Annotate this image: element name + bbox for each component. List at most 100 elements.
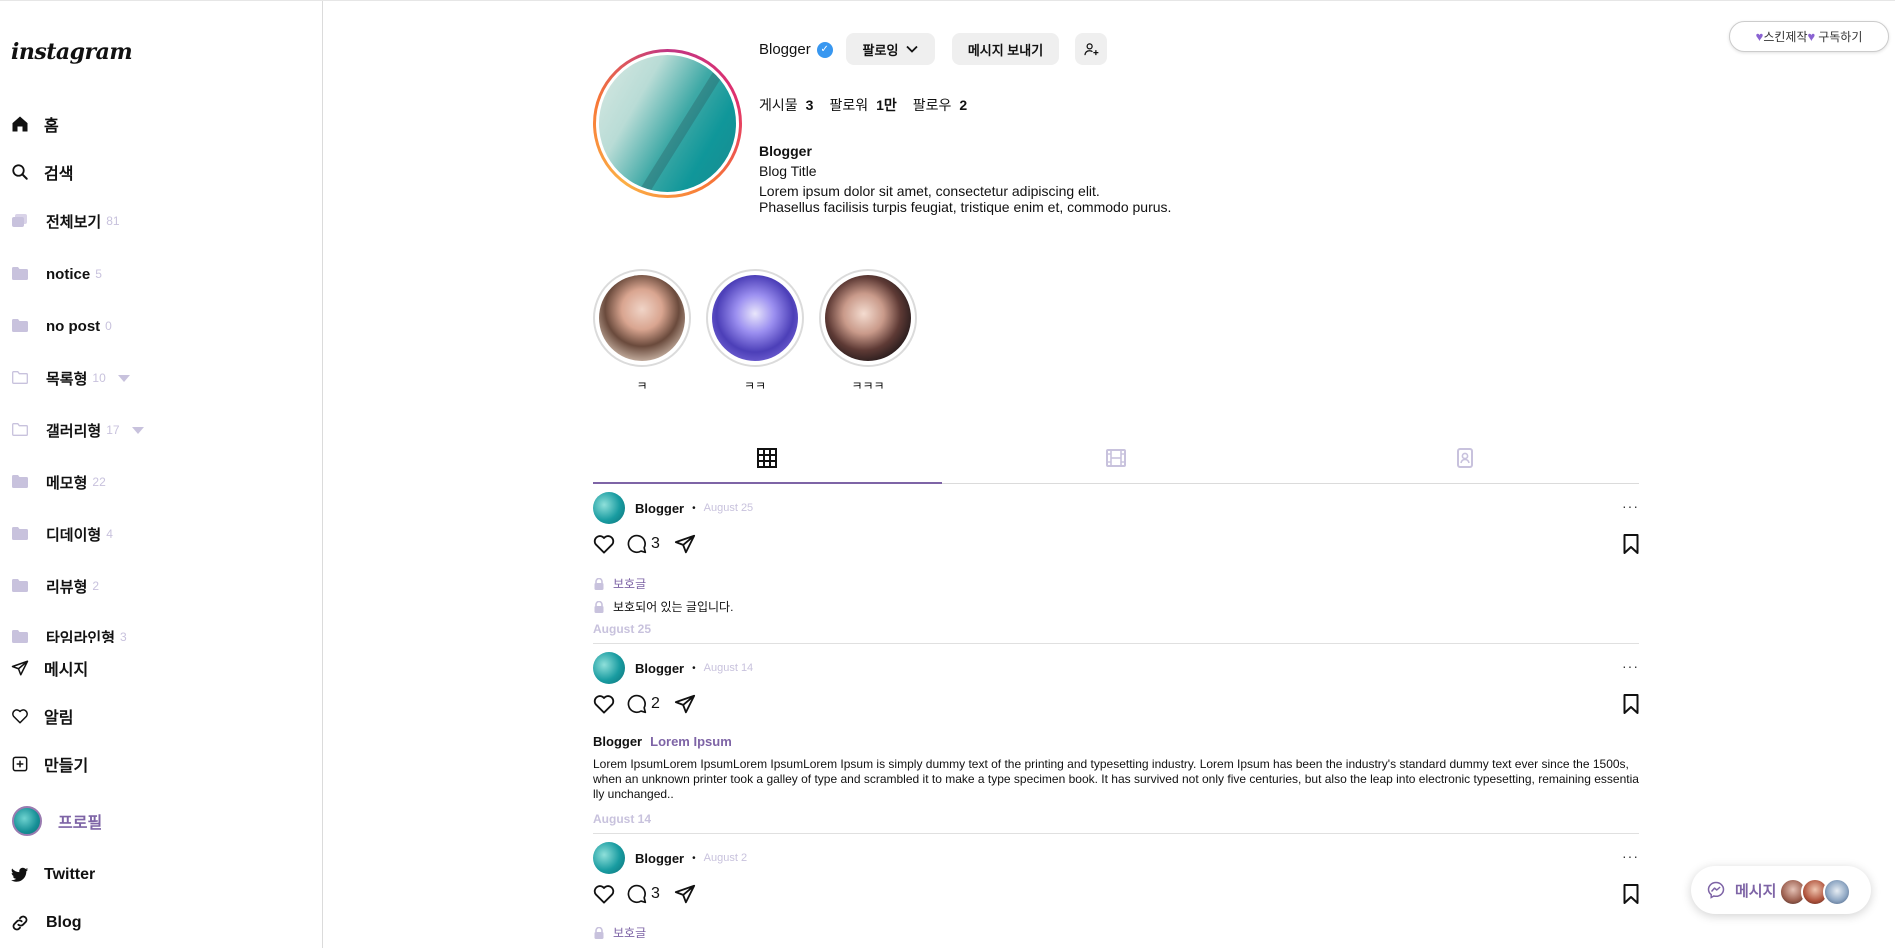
post-title-line[interactable]: Blogger Lorem Ipsum xyxy=(593,734,732,749)
story-highlight[interactable]: ㅋㅋ xyxy=(706,269,804,394)
category-label: 보호글 xyxy=(613,926,647,940)
like-heart-icon[interactable] xyxy=(593,534,615,554)
bookmark-icon[interactable] xyxy=(1623,884,1639,909)
like-heart-icon[interactable] xyxy=(593,884,615,904)
comment-icon[interactable] xyxy=(627,884,647,904)
posts-stat[interactable]: 게시물 3 xyxy=(759,95,813,115)
id-card-icon xyxy=(1456,448,1473,468)
category-no-post[interactable]: no post 0 xyxy=(12,314,112,338)
tab-tagged[interactable] xyxy=(1290,433,1639,483)
share-plane-icon[interactable] xyxy=(674,693,696,715)
post-author[interactable]: Blogger xyxy=(635,661,684,676)
category-list-type[interactable]: 목록형 10 xyxy=(12,366,130,390)
avatar[interactable] xyxy=(593,842,625,874)
nav-twitter[interactable]: Twitter xyxy=(10,861,95,889)
tab-reels[interactable] xyxy=(942,433,1291,483)
chevron-down-icon xyxy=(906,45,919,53)
avatar[interactable] xyxy=(593,652,625,684)
post-title: Lorem Ipsum xyxy=(650,734,732,749)
share-plane-icon[interactable] xyxy=(674,883,696,905)
heart-outline-icon xyxy=(10,706,30,726)
tab-posts-grid[interactable] xyxy=(593,433,942,484)
separator-dot: • xyxy=(692,662,696,674)
more-options-icon[interactable]: ··· xyxy=(1622,848,1639,864)
category-count: 3 xyxy=(120,630,127,643)
category-count: 4 xyxy=(106,527,113,541)
film-icon xyxy=(1106,449,1126,467)
divider xyxy=(593,643,1639,644)
category-label: 전체보기 xyxy=(46,213,102,231)
more-options-icon[interactable]: ··· xyxy=(1622,498,1639,514)
verified-badge-icon: ✓ xyxy=(816,41,833,58)
folder-icon xyxy=(12,527,28,541)
avatar xyxy=(12,806,42,836)
protected-text: 보호되어 있는 글입니다. xyxy=(613,600,734,614)
category-count: 81 xyxy=(106,214,120,228)
post-author[interactable]: Blogger xyxy=(635,851,684,866)
bookmark-icon[interactable] xyxy=(1623,694,1639,719)
share-plane-icon[interactable] xyxy=(674,533,696,555)
subscribe-label[interactable]: 구독하기 xyxy=(1818,28,1862,45)
sidebar: instagram 홈 검색 전체보기 81 notice 5 no post … xyxy=(0,1,323,948)
bio-name: Blogger xyxy=(759,143,812,159)
like-heart-icon[interactable] xyxy=(593,694,615,714)
nav-home-label: 홈 xyxy=(44,118,59,135)
category-memo-type[interactable]: 메모형 22 xyxy=(12,470,106,494)
comment-icon[interactable] xyxy=(627,534,647,554)
following-button[interactable]: 팔로잉 xyxy=(846,33,935,65)
category-all[interactable]: 전체보기 81 xyxy=(12,209,120,233)
instagram-logo[interactable]: instagram xyxy=(11,39,133,65)
avatar[interactable] xyxy=(593,492,625,524)
comment-count: 2 xyxy=(651,695,660,712)
category-dday-type[interactable]: 디데이형 4 xyxy=(12,522,113,546)
skin-subscribe-pill[interactable]: ♥ 스킨제작 ♥ 구독하기 xyxy=(1729,21,1889,52)
post-category[interactable]: 보호글 xyxy=(593,924,646,941)
send-message-button[interactable]: 메시지 보내기 xyxy=(952,33,1059,65)
post-category[interactable]: 보호글 xyxy=(593,575,646,592)
following-stat[interactable]: 팔로우 2 xyxy=(913,95,967,115)
nav-create-label: 만들기 xyxy=(44,758,89,775)
nav-messages[interactable]: 메시지 xyxy=(10,654,88,682)
separator-dot: • xyxy=(692,852,696,864)
profile-image xyxy=(599,55,736,192)
plus-square-icon xyxy=(10,754,30,774)
category-gallery-type[interactable]: 갤러리형 17 xyxy=(12,418,144,442)
more-options-icon[interactable]: ··· xyxy=(1622,658,1639,674)
story-highlight[interactable]: ㅋ xyxy=(593,269,691,394)
post-actions: 3 xyxy=(593,882,1639,906)
followers-stat[interactable]: 팔로워 1만 xyxy=(829,95,896,115)
username-text: Blogger xyxy=(759,41,811,58)
profile-picture[interactable] xyxy=(593,49,742,198)
suggest-user-button[interactable] xyxy=(1075,33,1107,65)
nav-blog-label: Blog xyxy=(46,914,82,931)
category-notice[interactable]: notice 5 xyxy=(12,262,102,286)
skin-label[interactable]: 스킨제작 xyxy=(1763,28,1807,45)
category-timeline-type[interactable]: 타임라인형 3 xyxy=(12,625,127,643)
messages-floating-button[interactable]: 메시지 xyxy=(1691,866,1871,914)
post-author[interactable]: Blogger xyxy=(635,501,684,516)
comment-icon[interactable] xyxy=(627,694,647,714)
nav-create[interactable]: 만들기 xyxy=(10,750,88,778)
category-count: 2 xyxy=(92,579,100,593)
caret-down-icon[interactable] xyxy=(117,374,130,382)
divider xyxy=(593,833,1639,834)
post-header: Blogger • August 2 ··· xyxy=(593,842,1639,874)
protected-notice[interactable]: 보호되어 있는 글입니다. xyxy=(593,598,733,615)
caret-down-icon[interactable] xyxy=(131,426,144,434)
category-review-type[interactable]: 리뷰형 2 xyxy=(12,574,99,598)
bookmark-icon[interactable] xyxy=(1623,534,1639,559)
nav-search[interactable]: 검색 xyxy=(10,158,73,186)
lock-icon xyxy=(593,577,605,590)
category-count: 17 xyxy=(106,423,120,437)
category-count: 5 xyxy=(95,267,102,281)
lock-icon xyxy=(593,600,605,613)
story-highlight[interactable]: ㅋㅋㅋ xyxy=(819,269,917,394)
nav-blog[interactable]: Blog xyxy=(10,909,82,937)
nav-home[interactable]: 홈 xyxy=(10,110,59,138)
highlight-image xyxy=(825,275,911,361)
following-stat-label: 팔로우 xyxy=(912,97,952,113)
nav-profile[interactable]: 프로필 xyxy=(12,805,102,837)
nav-notifications[interactable]: 알림 xyxy=(10,702,73,730)
category-label: no post xyxy=(46,317,101,335)
post-body: Lorem IpsumLorem IpsumLorem IpsumLorem I… xyxy=(593,757,1639,801)
